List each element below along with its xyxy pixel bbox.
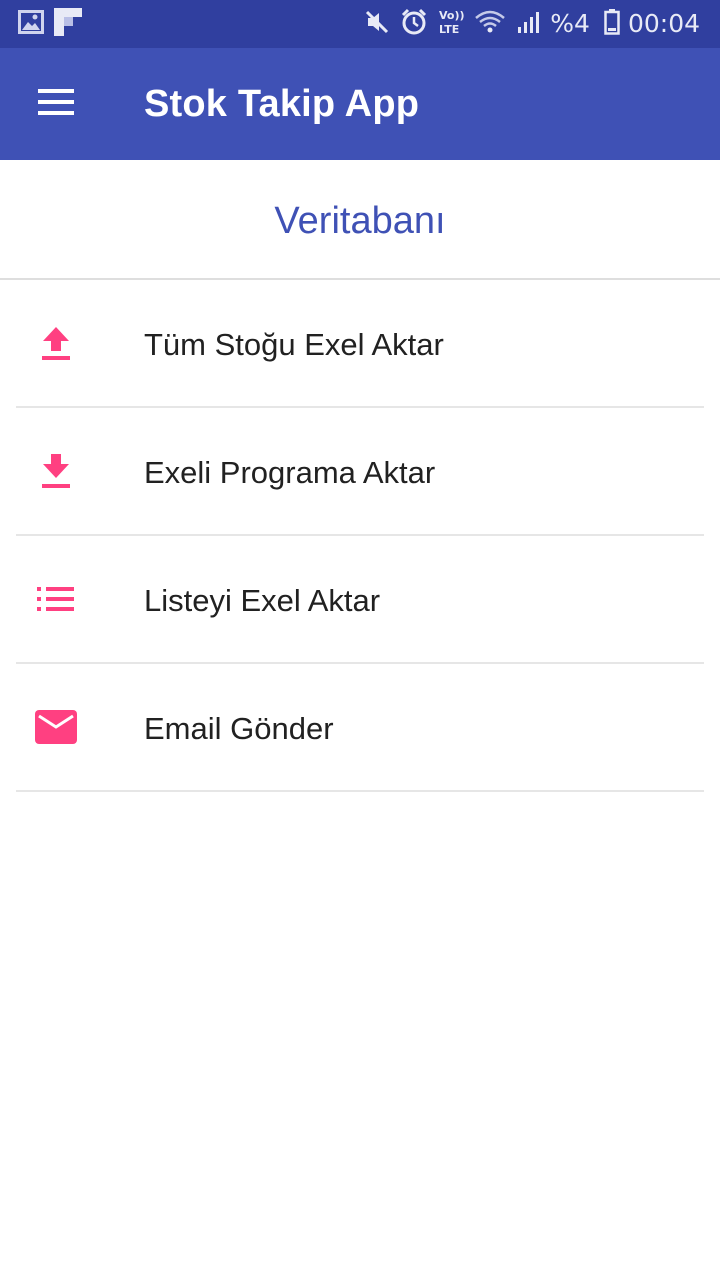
svg-text:LTE: LTE bbox=[439, 23, 459, 36]
section-title: Veritabanı bbox=[274, 200, 446, 242]
download-icon bbox=[34, 451, 78, 491]
status-bar: Vo)) LTE %4 00:04 bbox=[0, 0, 720, 48]
menu-item-export-list[interactable]: Listeyi Exel Aktar bbox=[16, 536, 704, 664]
battery-percent: %4 bbox=[550, 9, 590, 38]
status-time: 00:04 bbox=[627, 9, 700, 38]
flipboard-icon bbox=[54, 7, 82, 41]
svg-text:Vo)): Vo)) bbox=[439, 9, 464, 22]
hamburger-menu-icon bbox=[38, 88, 74, 120]
battery-icon bbox=[594, 8, 620, 40]
alarm-icon bbox=[390, 8, 428, 41]
menu-item-label: Email Gönder bbox=[144, 711, 334, 746]
wifi-icon bbox=[464, 9, 506, 40]
signal-icon bbox=[506, 9, 542, 40]
menu-item-import-excel[interactable]: Exeli Programa Aktar bbox=[16, 408, 704, 536]
mute-icon bbox=[354, 9, 390, 40]
image-icon bbox=[18, 9, 44, 39]
status-left-icons bbox=[18, 7, 82, 41]
app-bar: Stok Takip App bbox=[0, 48, 720, 160]
menu-item-label: Listeyi Exel Aktar bbox=[144, 583, 381, 618]
menu-item-label: Tüm Stoğu Exel Aktar bbox=[144, 327, 444, 362]
volte-icon: Vo)) LTE bbox=[428, 8, 465, 41]
menu-item-send-email[interactable]: Email Gönder bbox=[16, 664, 704, 792]
app-title: Stok Takip App bbox=[144, 83, 420, 125]
list-icon bbox=[34, 579, 78, 619]
email-icon bbox=[34, 707, 78, 747]
menu-item-export-all-stock[interactable]: Tüm Stoğu Exel Aktar bbox=[16, 280, 704, 408]
status-right-icons: Vo)) LTE %4 00:04 bbox=[354, 8, 700, 40]
menu-item-label: Exeli Programa Aktar bbox=[144, 455, 436, 490]
upload-icon bbox=[34, 323, 78, 363]
hamburger-menu-button[interactable] bbox=[24, 80, 88, 128]
menu-list: Tüm Stoğu Exel Aktar Exeli Programa Akta… bbox=[0, 280, 720, 792]
